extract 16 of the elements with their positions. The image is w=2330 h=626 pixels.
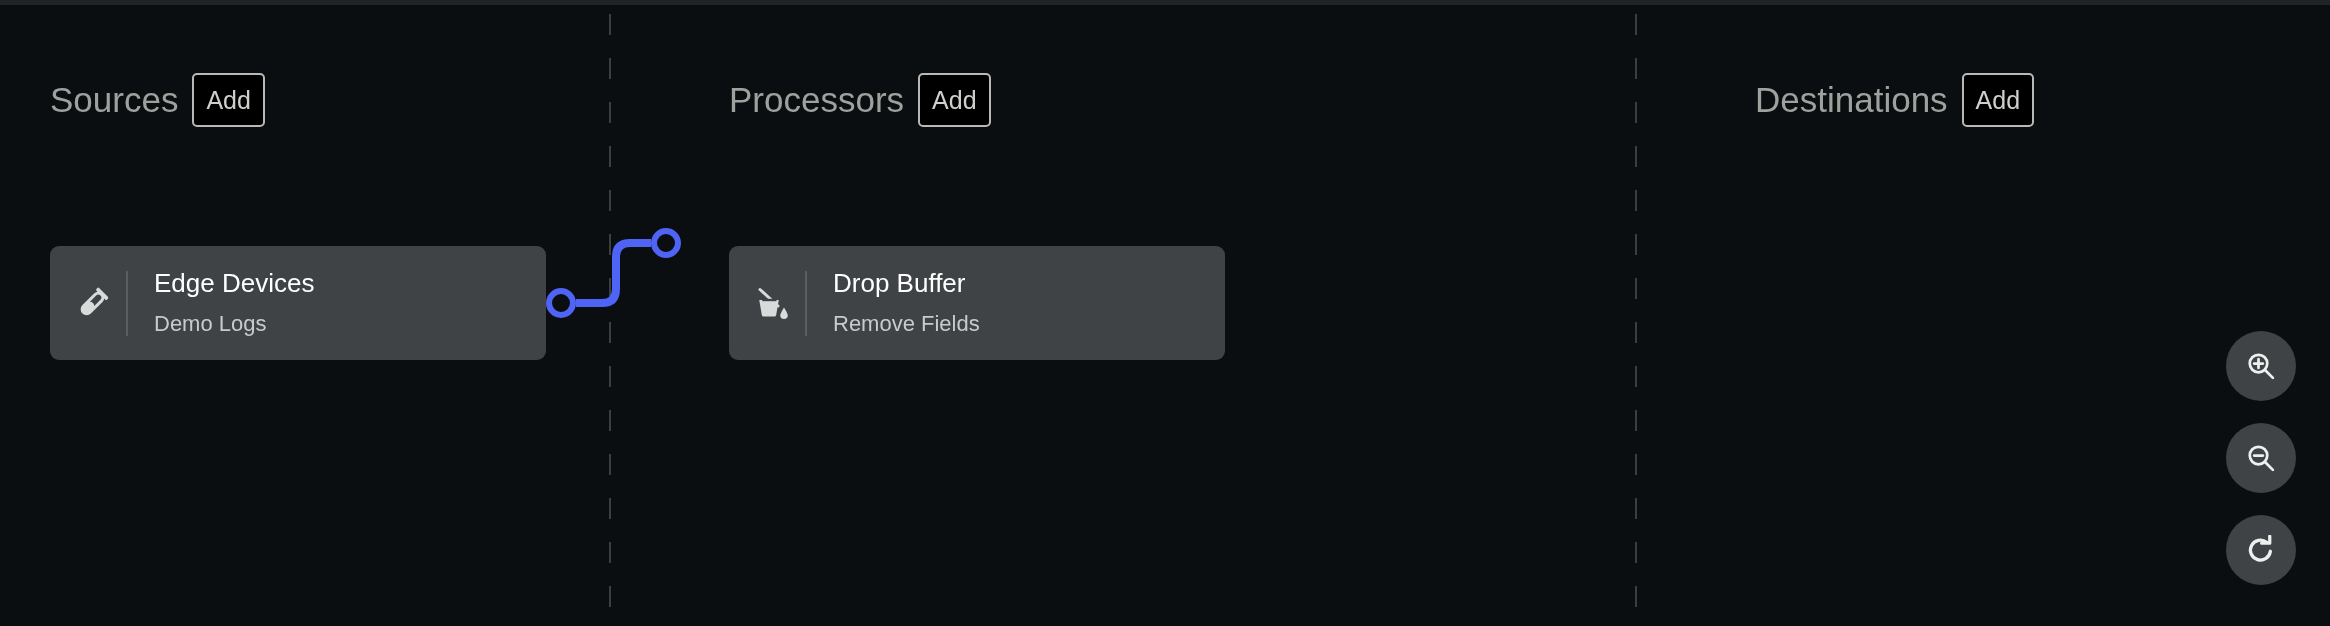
add-button[interactable]: Add — [918, 73, 991, 127]
node-title: Edge Devices — [154, 267, 315, 299]
add-button[interactable]: Add — [1961, 73, 2035, 127]
add-button[interactable]: Add — [192, 73, 265, 127]
zoom-in-icon — [2246, 351, 2276, 381]
column-title: Processors — [729, 80, 905, 120]
zoom-out-icon — [2246, 443, 2276, 473]
node-subtitle: Remove Fields — [833, 310, 980, 338]
port-handle[interactable] — [651, 228, 681, 258]
pipeline-node[interactable]: Edge Devices Demo Logs — [50, 246, 546, 360]
port-handle[interactable] — [546, 288, 576, 318]
node-title: Drop Buffer — [833, 267, 967, 299]
node-subtitle: Demo Logs — [154, 310, 268, 338]
column-title: Destinations — [1755, 80, 1948, 120]
column-title: Sources — [50, 80, 179, 120]
pipeline-node[interactable]: Drop Buffer Remove Fields — [729, 246, 1225, 360]
